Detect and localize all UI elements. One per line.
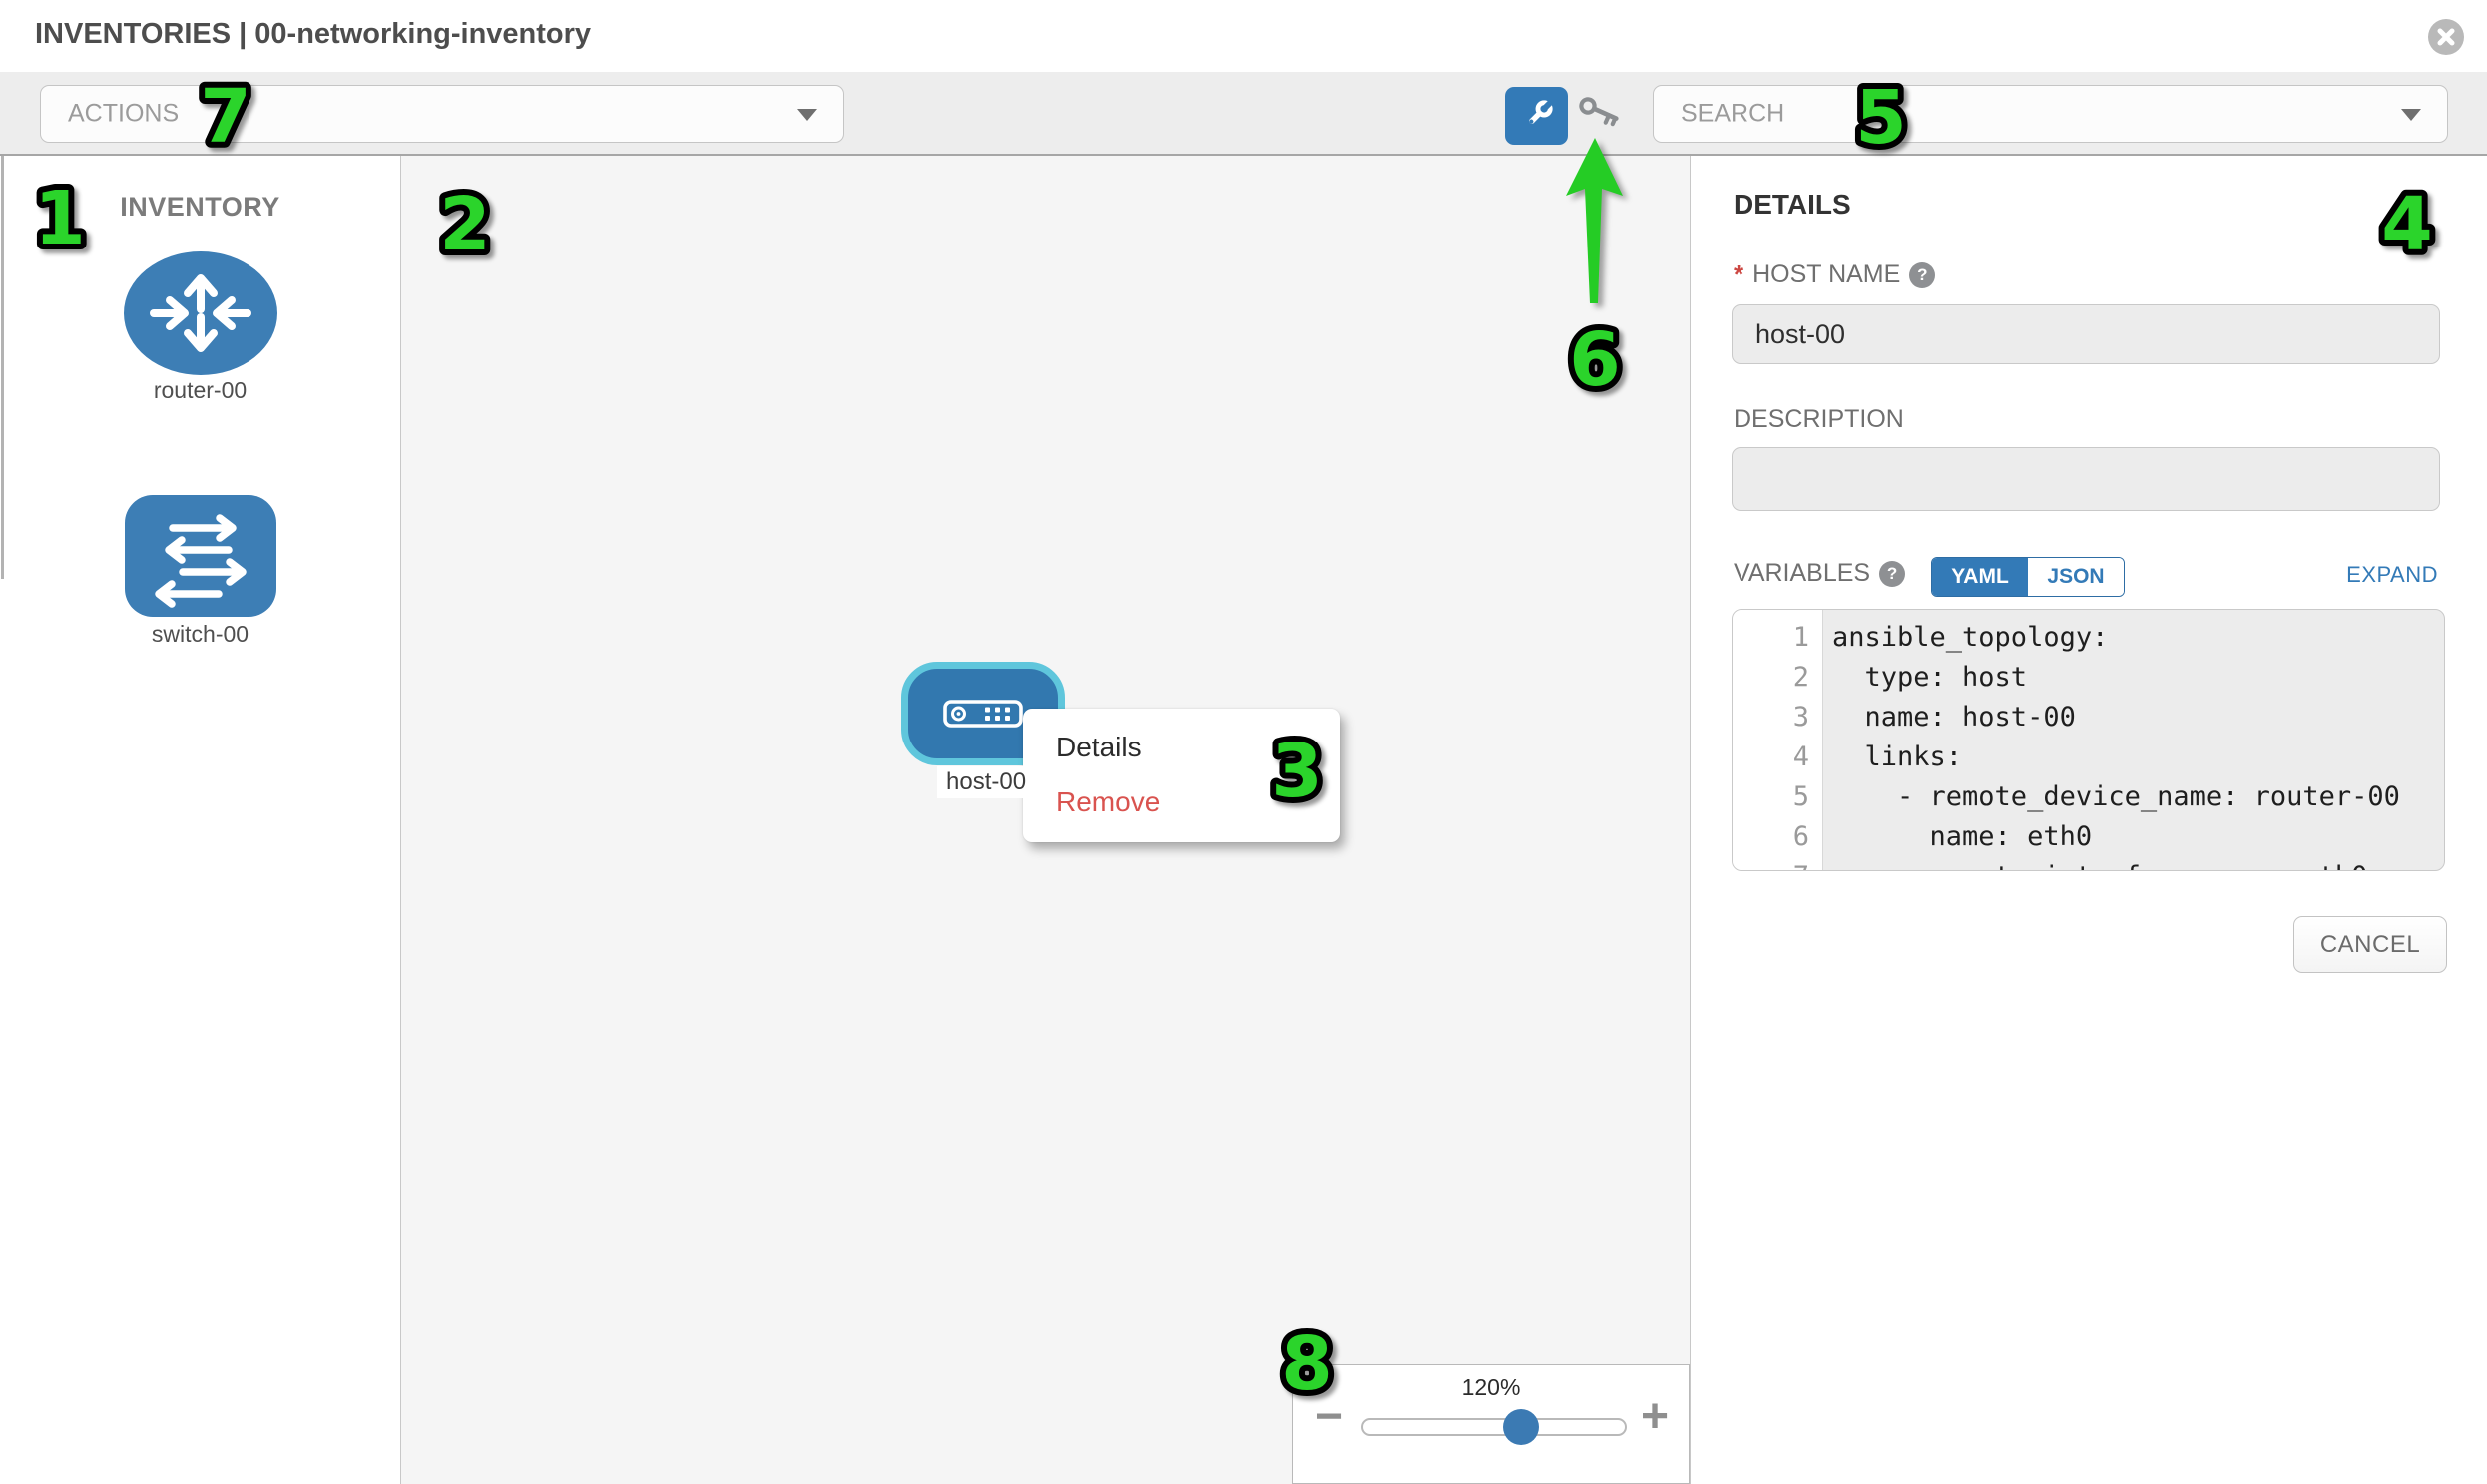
description-input[interactable] (1732, 447, 2440, 511)
zoom-slider-track[interactable] (1361, 1418, 1627, 1436)
required-asterisk: * (1734, 259, 1743, 290)
inventories-topology-screen: INVENTORIES | 00-networking-inventory AC… (0, 0, 2487, 1484)
credentials-key-button[interactable] (1577, 92, 1631, 147)
page-title: INVENTORIES | 00-networking-inventory (35, 18, 591, 51)
actions-dropdown-label: ACTIONS (68, 100, 179, 129)
host-name-input[interactable] (1732, 304, 2440, 364)
code-line: name: eth0 (1832, 817, 2444, 857)
line-number: 3 (1733, 698, 1822, 738)
line-number: 1 (1733, 618, 1822, 658)
code-line: ansible_topology: (1832, 618, 2444, 658)
toggle-yaml[interactable]: YAML (1932, 558, 2028, 596)
router-icon (124, 251, 277, 375)
code-line: name: host-00 (1832, 698, 2444, 738)
close-icon (2436, 27, 2456, 47)
search-dropdown[interactable]: SEARCH (1653, 85, 2448, 143)
host-name-field-row: * HOST NAME ? (1734, 259, 1935, 290)
topology-canvas[interactable]: host-00 Details Remove 120% − + (401, 156, 1691, 1484)
actions-dropdown[interactable]: ACTIONS (40, 85, 844, 143)
line-number: 2 (1733, 658, 1822, 698)
variables-field-row: VARIABLES ? (1734, 559, 1905, 588)
toolbox-button[interactable] (1505, 87, 1568, 145)
variables-label: VARIABLES (1734, 559, 1870, 588)
palette-item-router-label: router-00 (0, 377, 400, 404)
details-panel: DETAILS * HOST NAME ? DESCRIPTION VARIAB… (1692, 156, 2487, 1484)
help-icon[interactable]: ? (1909, 262, 1935, 288)
zoom-out-button[interactable]: − (1315, 1393, 1343, 1441)
chevron-down-icon (797, 109, 817, 121)
line-number: 5 (1733, 777, 1822, 817)
menu-item-details[interactable]: Details (1023, 720, 1340, 774)
variables-format-toggle: YAML JSON (1931, 557, 2125, 597)
node-context-menu: Details Remove (1023, 709, 1340, 842)
zoom-control: 120% − + (1292, 1364, 1690, 1484)
search-input-placeholder: SEARCH (1681, 100, 1784, 129)
zoom-in-button[interactable]: + (1641, 1393, 1669, 1441)
wrench-icon (1518, 97, 1556, 135)
close-button[interactable] (2428, 19, 2464, 55)
host-node-label: host-00 (937, 766, 1035, 798)
chevron-down-icon (2401, 109, 2421, 121)
code-line: remote_interface_name: eth0 (1832, 857, 2444, 871)
menu-item-remove[interactable]: Remove (1023, 774, 1340, 829)
switch-icon (125, 495, 276, 617)
host-server-icon (943, 700, 1023, 728)
line-number: 7 (1733, 857, 1822, 871)
zoom-slider-thumb[interactable] (1503, 1409, 1539, 1445)
inventory-heading: INVENTORY (0, 192, 400, 223)
palette-item-switch-label: switch-00 (0, 621, 400, 648)
help-icon[interactable]: ? (1879, 561, 1905, 587)
expand-link[interactable]: EXPAND (2346, 562, 2438, 588)
toggle-json[interactable]: JSON (2028, 558, 2124, 596)
description-field-row: DESCRIPTION (1734, 405, 1904, 434)
palette-item-router[interactable] (0, 251, 400, 375)
host-name-label: HOST NAME (1752, 260, 1900, 289)
code-line: links: (1832, 738, 2444, 777)
cancel-button[interactable]: CANCEL (2293, 916, 2447, 973)
code-editor-gutter: 1 2 3 4 5 6 7 (1733, 610, 1823, 870)
key-icon (1577, 92, 1631, 142)
code-editor-content[interactable]: ansible_topology: type: host name: host-… (1823, 610, 2444, 870)
zoom-level-readout: 120% (1293, 1374, 1689, 1401)
topology-toolbar: ACTIONS (0, 72, 2487, 156)
palette-item-switch[interactable] (0, 495, 400, 617)
code-line: - remote_device_name: router-00 (1832, 777, 2444, 817)
line-number: 6 (1733, 817, 1822, 857)
code-line: type: host (1832, 658, 2444, 698)
line-number: 4 (1733, 738, 1822, 777)
header-bar: INVENTORIES | 00-networking-inventory (0, 0, 2487, 72)
description-label: DESCRIPTION (1734, 405, 1904, 434)
inventory-sidebar: INVENTORY router-00 (0, 156, 401, 1484)
details-heading: DETAILS (1734, 189, 1851, 221)
variables-code-editor[interactable]: 1 2 3 4 5 6 7 ansible_topology: type: ho… (1732, 609, 2445, 871)
